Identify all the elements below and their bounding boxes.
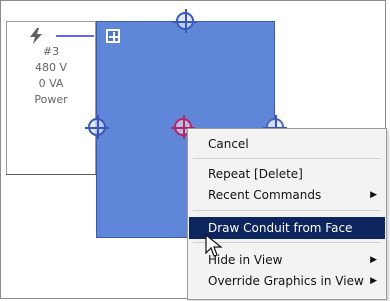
submenu-arrow-icon: ▶: [370, 276, 377, 286]
lightning-icon: [30, 28, 42, 44]
mouse-pointer-icon: [205, 234, 223, 257]
panel-load: 0 VA: [38, 77, 64, 90]
connector-handle-top-icon[interactable]: [173, 9, 197, 33]
menu-item-repeat-delete[interactable]: Repeat [Delete]: [189, 163, 385, 185]
panel-text-group: #3 480 V 0 VA Power: [6, 44, 96, 108]
move-selector-icon[interactable]: [106, 29, 120, 43]
panel-number: #3: [42, 45, 60, 58]
panel-type: Power: [34, 93, 68, 106]
menu-separator: [193, 210, 381, 211]
menu-item-recent-commands[interactable]: Recent Commands ▶: [189, 184, 385, 206]
connector-handle-left-icon[interactable]: [85, 115, 109, 139]
connector-line: [56, 35, 94, 37]
menu-separator: [193, 158, 381, 159]
panel-voltage: 480 V: [34, 61, 68, 74]
context-menu[interactable]: Cancel Repeat [Delete] Recent Commands ▶…: [187, 128, 387, 300]
submenu-arrow-icon: ▶: [370, 190, 377, 200]
menu-item-override-graphics-in-view[interactable]: Override Graphics in View ▶: [189, 270, 385, 292]
menu-item-cancel[interactable]: Cancel: [189, 133, 385, 155]
panel-divider: [6, 174, 96, 175]
submenu-arrow-icon: ▶: [370, 255, 377, 265]
